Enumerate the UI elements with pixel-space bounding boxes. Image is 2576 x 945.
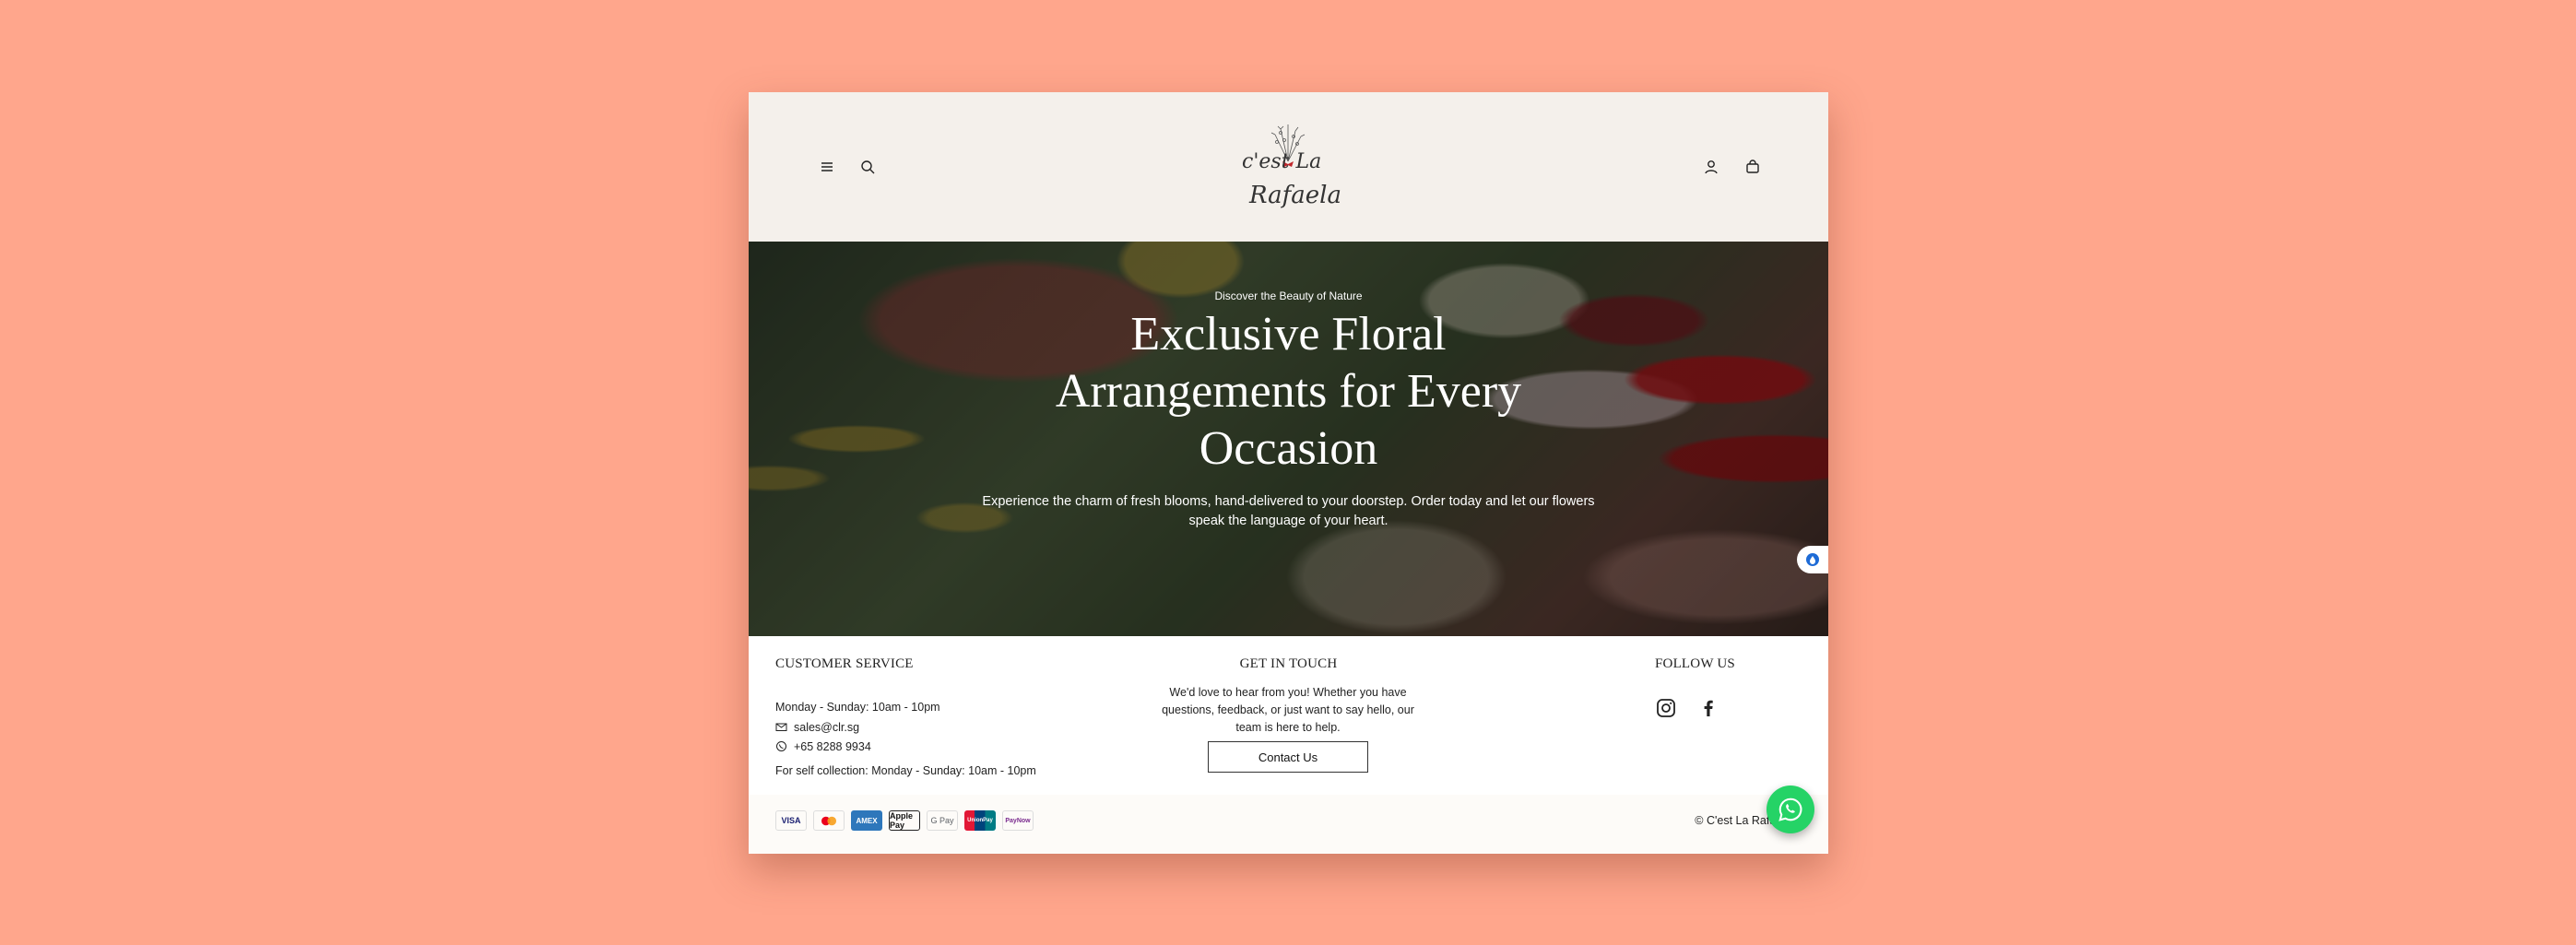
search-icon[interactable]: [859, 159, 876, 175]
self-collection-hours: For self collection: Monday - Sunday: 10…: [775, 764, 1036, 777]
email-contact[interactable]: sales@clr.sg: [775, 721, 859, 734]
paynow-icon: PayNow: [1002, 810, 1034, 831]
payment-bar: VISA AMEX Apple Pay G Pay UnionPay PayNo…: [749, 795, 1828, 854]
mail-icon: [775, 721, 787, 733]
facebook-icon[interactable]: [1697, 697, 1719, 719]
hero-description: Experience the charm of fresh blooms, ha…: [982, 494, 1595, 528]
hero-banner: Discover the Beauty of Nature Exclusive …: [749, 242, 1828, 636]
site-header: c'est La Rafaela: [749, 92, 1828, 242]
service-hours: Monday - Sunday: 10am - 10pm: [775, 701, 940, 714]
mastercard-icon: [813, 810, 845, 831]
apple-pay-icon: Apple Pay: [889, 810, 920, 831]
hero-eyebrow: Discover the Beauty of Nature: [1214, 289, 1363, 302]
whatsapp-icon: [1778, 797, 1802, 821]
brand-logo[interactable]: c'est La Rafaela: [1223, 120, 1354, 216]
google-pay-icon: G Pay: [927, 810, 958, 831]
phone-contact[interactable]: +65 8288 9934: [775, 740, 871, 753]
email-text: sales@clr.sg: [794, 721, 860, 734]
phone-text: +65 8288 9934: [794, 740, 871, 753]
site-footer: CUSTOMER SERVICE Monday - Sunday: 10am -…: [749, 636, 1828, 854]
logo-text-line1: c'est La: [1242, 150, 1321, 173]
whatsapp-chat-button[interactable]: [1767, 786, 1814, 833]
instagram-icon[interactable]: [1655, 697, 1677, 719]
amex-icon: AMEX: [851, 810, 882, 831]
unionpay-icon: UnionPay: [964, 810, 996, 831]
follow-us-title: FOLLOW US: [1655, 656, 1735, 671]
visa-icon: VISA: [775, 810, 807, 831]
accessibility-widget-icon[interactable]: [1797, 546, 1828, 573]
shopping-bag-icon[interactable]: [1744, 159, 1761, 175]
user-icon[interactable]: [1703, 159, 1719, 175]
menu-icon[interactable]: [819, 159, 835, 175]
hero-title: Exclusive Floral Arrangements for Every …: [1055, 308, 1522, 475]
contact-us-button[interactable]: Contact Us: [1208, 741, 1368, 773]
get-in-touch-text: We'd love to hear from you! Whether you …: [1162, 686, 1414, 734]
logo-text-line2: Rafaela: [1248, 182, 1341, 209]
browser-frame: c'est La Rafaela Discover the Beauty of …: [749, 92, 1828, 854]
whatsapp-small-icon: [775, 740, 787, 752]
